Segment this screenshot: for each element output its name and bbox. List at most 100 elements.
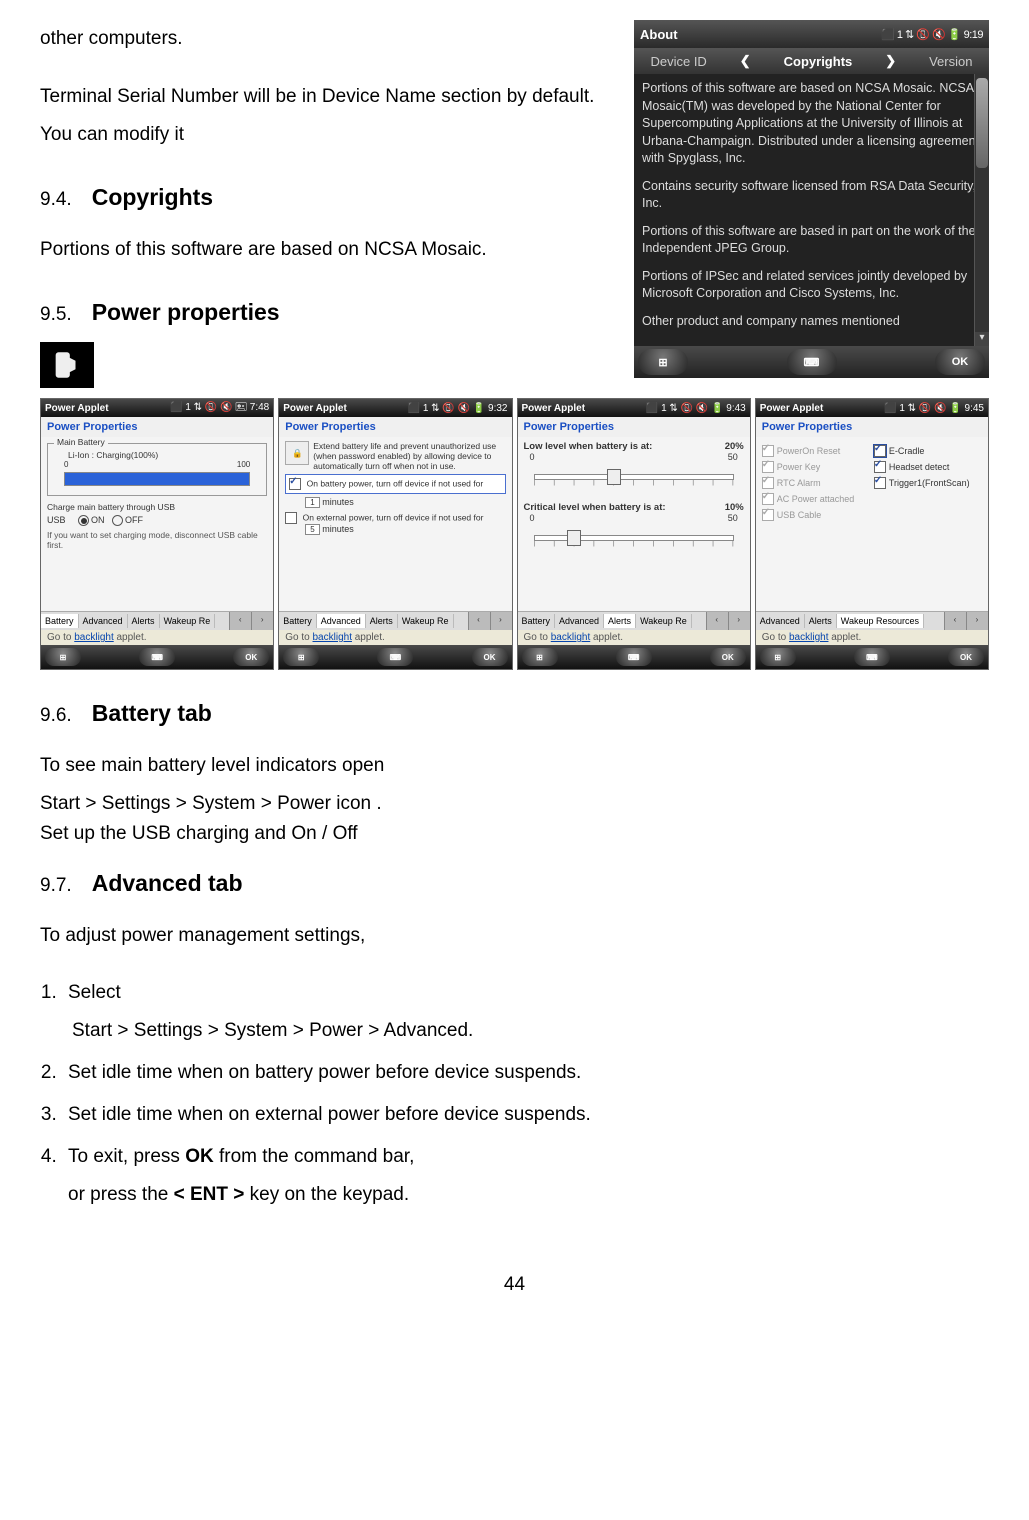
- power-advanced-screenshot: Power Applet ⬛ 1 ⇅ 📵 🔇 🔋 9:32 Power Prop…: [278, 398, 512, 670]
- tab-advanced[interactable]: Advanced: [317, 614, 366, 628]
- keyboard-button[interactable]: ⌨: [139, 648, 175, 666]
- panel-title: Power Properties: [518, 417, 750, 437]
- status-icons: ⬛ 1 ⇅ 📵 🔇 🖭 7:48: [170, 400, 269, 417]
- chevron-left-icon[interactable]: ❮: [740, 53, 751, 69]
- backlight-link[interactable]: backlight: [74, 632, 113, 643]
- usb-cable-label: USB Cable: [777, 510, 822, 520]
- start-button[interactable]: ⊞: [760, 648, 796, 666]
- external-timeout-checkbox[interactable]: [285, 512, 297, 524]
- chevron-left-icon[interactable]: ‹: [229, 611, 251, 630]
- start-button[interactable]: ⊞: [283, 648, 319, 666]
- tab-alerts[interactable]: Alerts: [366, 614, 398, 628]
- chevron-left-icon[interactable]: ‹: [944, 611, 966, 630]
- window-title: Power Applet: [522, 403, 586, 414]
- chevron-left-icon[interactable]: ‹: [468, 611, 490, 630]
- chevron-right-icon[interactable]: ›: [728, 611, 750, 630]
- tab-copyrights[interactable]: Copyrights: [784, 54, 853, 69]
- ok-button[interactable]: OK: [472, 648, 508, 666]
- keyboard-button[interactable]: ⌨: [787, 349, 837, 375]
- usb-off-radio[interactable]: [112, 515, 123, 526]
- usb-cable-checkbox: [762, 509, 774, 521]
- body-text: Start > Settings > System > Power icon .: [40, 789, 989, 819]
- tab-wakeup[interactable]: Wakeup Re: [636, 614, 692, 628]
- chevron-right-icon[interactable]: ›: [966, 611, 988, 630]
- ok-button[interactable]: OK: [710, 648, 746, 666]
- section-title: Advanced tab: [92, 870, 243, 897]
- battery-timeout-checkbox[interactable]: [289, 478, 301, 490]
- panel-title: Power Properties: [756, 417, 988, 437]
- scale-min: 0: [64, 460, 68, 469]
- backlight-link[interactable]: backlight: [313, 632, 352, 643]
- copyright-text: Portions of this software are based on N…: [642, 80, 981, 168]
- battery-timeout-input[interactable]: 1: [305, 497, 319, 508]
- window-title: Power Applet: [283, 403, 347, 414]
- headset-checkbox[interactable]: [874, 461, 886, 473]
- backlight-link[interactable]: backlight: [789, 632, 828, 643]
- ok-button[interactable]: OK: [233, 648, 269, 666]
- start-button[interactable]: ⊞: [638, 349, 688, 375]
- tab-advanced[interactable]: Advanced: [555, 614, 604, 628]
- fieldset-label: Main Battery: [54, 437, 108, 447]
- usb-on-radio[interactable]: [78, 515, 89, 526]
- low-level-slider[interactable]: [534, 474, 734, 480]
- ac-power-checkbox: [762, 493, 774, 505]
- tab-version[interactable]: Version: [929, 54, 972, 69]
- tab-wakeup-resources[interactable]: Wakeup Resources: [837, 614, 924, 628]
- ok-button[interactable]: OK: [948, 648, 984, 666]
- keyboard-button[interactable]: ⌨: [377, 648, 413, 666]
- poweron-reset-checkbox: [762, 445, 774, 457]
- power-battery-screenshot: Power Applet ⬛ 1 ⇅ 📵 🔇 🖭 7:48 Power Prop…: [40, 398, 274, 670]
- scrollbar-thumb[interactable]: [976, 78, 988, 168]
- scale-min: 0: [530, 513, 535, 523]
- status-icons: ⬛ 1 ⇅ 📵 🔇 🔋 9:19: [881, 28, 983, 41]
- chevron-left-icon[interactable]: ‹: [706, 611, 728, 630]
- battery-timeout-label: On battery power, turn off device if not…: [307, 478, 484, 488]
- section-title: Power properties: [92, 299, 280, 326]
- copyright-text: Other product and company names mentione…: [642, 313, 981, 331]
- chevron-right-icon[interactable]: ›: [490, 611, 512, 630]
- ok-button[interactable]: OK: [935, 349, 985, 375]
- copyright-text: Contains security software licensed from…: [642, 178, 981, 213]
- keyboard-button[interactable]: ⌨: [854, 648, 890, 666]
- tab-wakeup[interactable]: Wakeup Re: [398, 614, 454, 628]
- chevron-right-icon[interactable]: ›: [251, 611, 273, 630]
- backlight-link-line: Go to backlight applet.: [41, 630, 273, 645]
- tab-advanced[interactable]: Advanced: [79, 614, 128, 628]
- trigger1-checkbox[interactable]: [874, 477, 886, 489]
- tab-alerts[interactable]: Alerts: [128, 614, 160, 628]
- rtc-alarm-label: RTC Alarm: [777, 478, 821, 488]
- scrollbar[interactable]: ▾: [974, 74, 989, 346]
- panel-title: Power Properties: [41, 417, 273, 437]
- step-sub: Start > Settings > System > Power > Adva…: [72, 1012, 989, 1050]
- backlight-link[interactable]: backlight: [551, 632, 590, 643]
- tab-wakeup[interactable]: Wakeup Re: [160, 614, 216, 628]
- start-button[interactable]: ⊞: [522, 648, 558, 666]
- external-timeout-input[interactable]: 5: [305, 524, 319, 535]
- tab-alerts[interactable]: Alerts: [805, 614, 837, 628]
- ecradle-checkbox[interactable]: [874, 445, 886, 457]
- backlight-link-line: Go to backlight applet.: [279, 630, 511, 645]
- body-text: Portions of this software are based on N…: [40, 231, 624, 269]
- minutes-label: minutes: [322, 524, 354, 534]
- power-key-label: Power Key: [777, 462, 821, 472]
- tab-advanced[interactable]: Advanced: [756, 614, 805, 628]
- section-number: 9.6.: [40, 705, 72, 727]
- chevron-right-icon[interactable]: ❯: [885, 53, 896, 69]
- charging-note: If you want to set charging mode, discon…: [47, 530, 267, 550]
- radio-on-label: ON: [91, 515, 105, 525]
- battery-level-bar: [64, 472, 250, 486]
- tab-battery[interactable]: Battery: [279, 614, 317, 628]
- backlight-link-line: Go to backlight applet.: [518, 630, 750, 645]
- chevron-down-icon[interactable]: ▾: [975, 332, 989, 346]
- tab-battery[interactable]: Battery: [518, 614, 556, 628]
- tab-alerts[interactable]: Alerts: [604, 614, 636, 628]
- body-text: Set up the USB charging and On / Off: [40, 819, 989, 849]
- usb-label: USB: [47, 515, 66, 525]
- start-button[interactable]: ⊞: [45, 648, 81, 666]
- tab-device-id[interactable]: Device ID: [650, 54, 706, 69]
- tab-battery[interactable]: Battery: [41, 614, 79, 628]
- headset-label: Headset detect: [889, 462, 950, 472]
- critical-level-slider[interactable]: [534, 535, 734, 541]
- section-title: Battery tab: [92, 700, 212, 727]
- keyboard-button[interactable]: ⌨: [616, 648, 652, 666]
